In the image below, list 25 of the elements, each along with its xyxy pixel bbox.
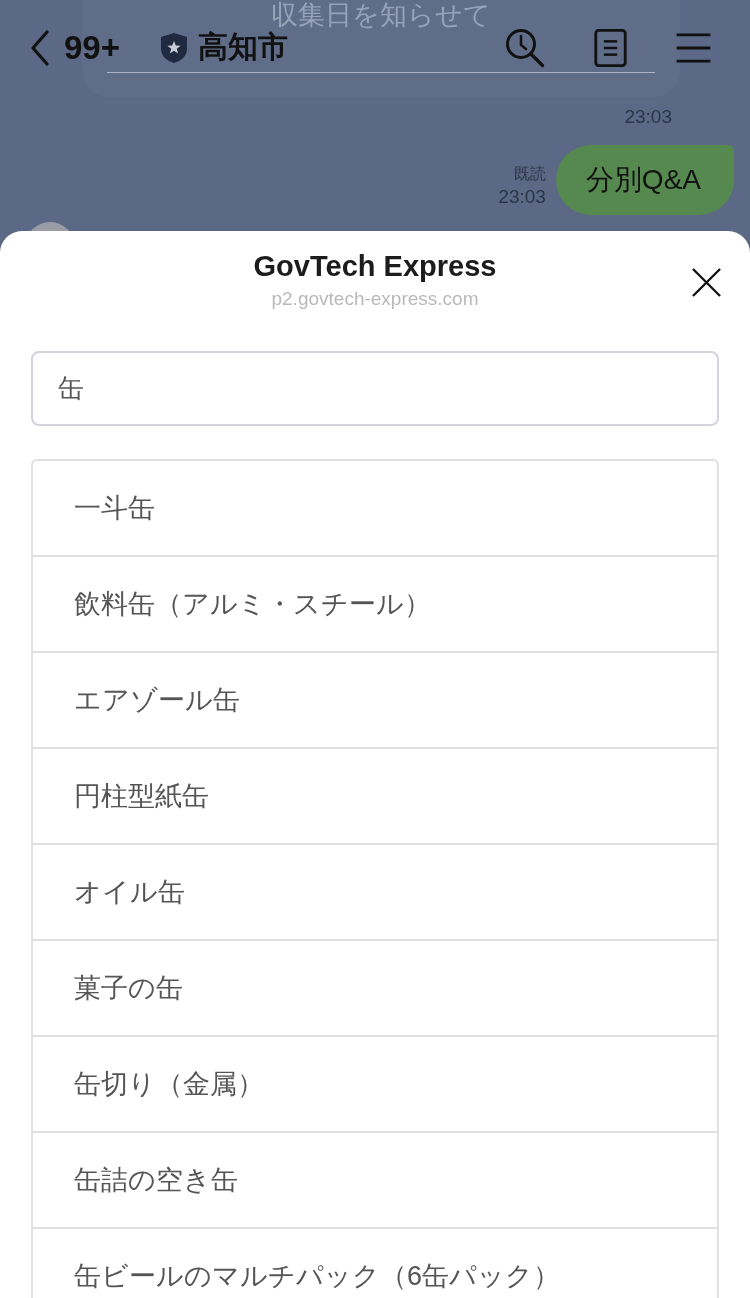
- result-item[interactable]: 缶切り（金属）: [33, 1037, 717, 1133]
- result-item[interactable]: 缶ビールのマルチパック（6缶パック）: [33, 1229, 717, 1298]
- search-field[interactable]: 缶: [31, 351, 719, 426]
- result-item[interactable]: 円柱型紙缶: [33, 749, 717, 845]
- back-icon: [30, 29, 50, 66]
- sheet-url: p2.govtech-express.com: [271, 287, 479, 311]
- message-bubble: 分別Q&A: [555, 145, 734, 215]
- sheet-title: GovTech Express: [253, 249, 497, 284]
- message-time: 23:03: [498, 185, 546, 209]
- result-item[interactable]: 飲料缶（アルミ・スチール）: [33, 557, 717, 653]
- unread-count: 99+: [64, 28, 120, 67]
- chat-title: 高知市: [198, 29, 288, 65]
- back-button[interactable]: 99+: [30, 28, 120, 67]
- search-icon[interactable]: [505, 27, 545, 68]
- result-item[interactable]: オイル缶: [33, 845, 717, 941]
- message-time: 23:03: [624, 106, 672, 128]
- result-item[interactable]: エアゾール缶: [33, 653, 717, 749]
- result-item[interactable]: 一斗缶: [33, 461, 717, 557]
- read-receipt: 既読: [513, 164, 546, 184]
- result-item[interactable]: 缶詰の空き缶: [33, 1133, 717, 1229]
- menu-icon[interactable]: [675, 32, 712, 63]
- shield-star-icon: [161, 32, 187, 63]
- result-item[interactable]: 菓子の缶: [33, 941, 717, 1037]
- note-icon[interactable]: [594, 28, 627, 67]
- close-icon[interactable]: [692, 268, 721, 297]
